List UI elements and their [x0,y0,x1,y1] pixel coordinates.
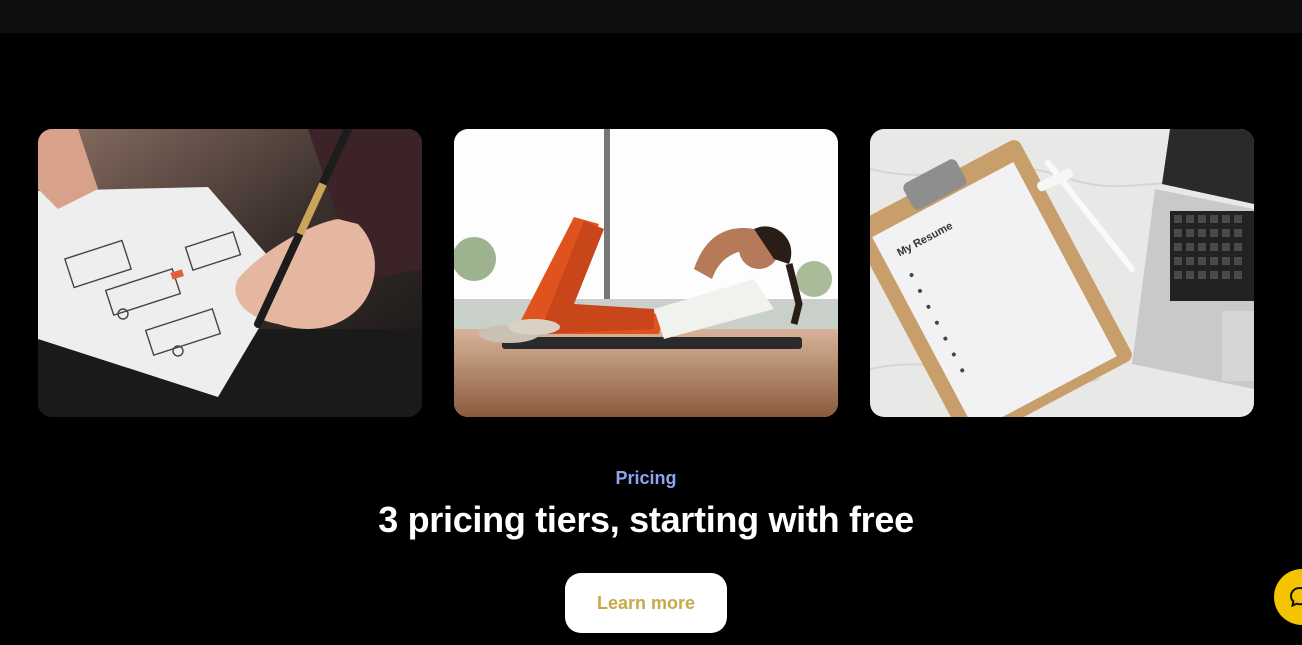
top-nav-bar [0,0,1302,33]
learn-more-button[interactable]: Learn more [565,573,727,633]
pricing-headline: 3 pricing tiers, starting with free [378,499,914,540]
chat-bubble-icon [1289,586,1302,608]
pricing-eyebrow: Pricing [615,468,677,488]
resume-clipboard-photo: My Resume [870,129,1254,417]
workout-crunch-photo [454,129,838,417]
wireframe-sketch-photo [38,129,422,417]
chat-widget-button[interactable] [1274,569,1302,625]
